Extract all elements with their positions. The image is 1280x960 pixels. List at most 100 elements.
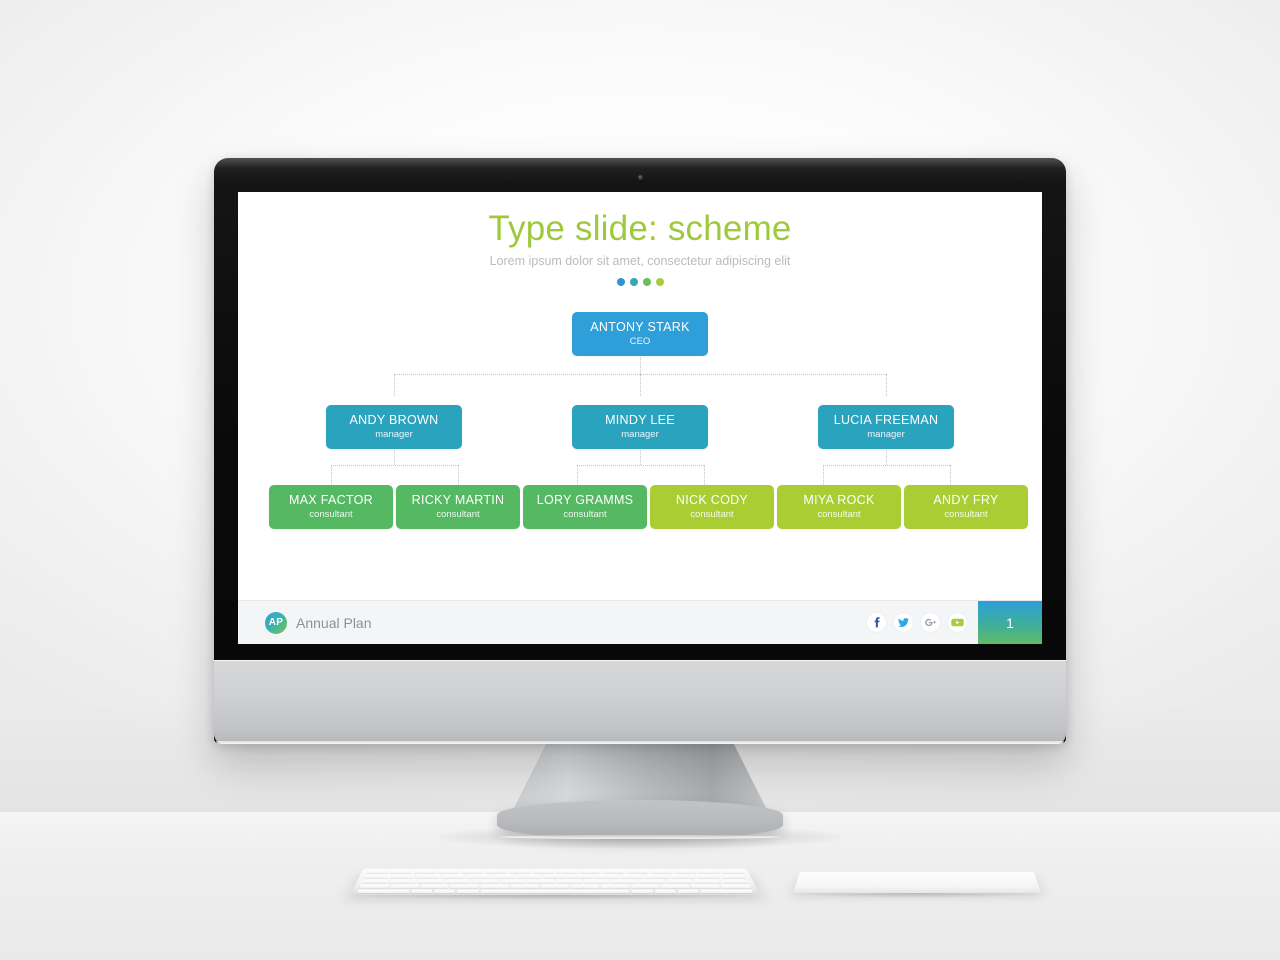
keyboard[interactable] bbox=[350, 868, 760, 895]
keyboard-key bbox=[389, 879, 417, 884]
keyboard-key bbox=[413, 870, 437, 874]
keyboard-key bbox=[410, 889, 433, 894]
monitor-chin bbox=[214, 660, 1066, 744]
org-node-name: LORY GRAMMS bbox=[536, 493, 634, 508]
org-node-name: ANDY BROWN bbox=[349, 413, 439, 428]
org-node-manager[interactable]: MINDY LEE manager bbox=[572, 405, 708, 449]
org-node-consultant[interactable]: MIYA ROCK consultant bbox=[777, 485, 901, 529]
slide-footer: AP Annual Plan 1 bbox=[238, 600, 1042, 644]
dot-indicator bbox=[616, 278, 625, 286]
google-plus-link[interactable] bbox=[920, 612, 941, 633]
dot-indicator bbox=[655, 278, 664, 286]
connector-consultant-drop bbox=[823, 465, 824, 485]
org-node-role: consultant bbox=[309, 508, 353, 520]
keyboard-key bbox=[568, 874, 593, 879]
keyboard-key bbox=[720, 874, 746, 879]
keyboard-key bbox=[461, 870, 484, 874]
keyboard-key bbox=[579, 870, 602, 874]
keyboard-key bbox=[644, 874, 670, 879]
org-node-role: consultant bbox=[563, 508, 607, 520]
connector-consultant-drop bbox=[577, 465, 578, 485]
keyboard-key bbox=[649, 870, 673, 874]
org-node-role: CEO bbox=[629, 335, 651, 347]
keyboard-row bbox=[366, 870, 744, 874]
connector-manager-drop bbox=[886, 374, 887, 396]
webcam-icon bbox=[637, 175, 643, 180]
keyboard-key bbox=[654, 889, 677, 894]
org-chart: ANTONY STARK CEO ANDY BROWN manager MIND… bbox=[238, 302, 1042, 582]
page-title: Type slide: scheme bbox=[488, 209, 792, 248]
connector-consultant-drop bbox=[331, 465, 332, 485]
slide-subtitle: Lorem ipsum dolor sit amet, consectetur … bbox=[489, 254, 791, 268]
org-node-ceo[interactable]: ANTONY STARK CEO bbox=[572, 312, 708, 356]
keyboard-key bbox=[695, 874, 721, 879]
org-node-consultant[interactable]: RICKY MARTIN consultant bbox=[396, 485, 520, 529]
keyboard-key bbox=[450, 884, 480, 889]
keyboard-key bbox=[555, 870, 578, 874]
keyboard-key bbox=[556, 879, 582, 884]
keyboard-key bbox=[445, 879, 472, 884]
connector-consultant-drop bbox=[458, 465, 459, 485]
keyboard-key bbox=[626, 870, 649, 874]
org-node-name: NICK CODY bbox=[675, 493, 749, 508]
org-node-manager[interactable]: LUCIA FREEMAN manager bbox=[818, 405, 954, 449]
connector-consultant-drop bbox=[950, 465, 951, 485]
trackpad[interactable] bbox=[793, 871, 1041, 893]
keyboard-key bbox=[484, 870, 508, 874]
dot-indicator bbox=[642, 278, 651, 286]
org-node-consultant[interactable]: NICK CODY consultant bbox=[650, 485, 774, 529]
org-node-name: ANTONY STARK bbox=[590, 320, 690, 335]
keyboard-key bbox=[419, 884, 450, 889]
keyboard-key bbox=[594, 874, 619, 879]
org-node-name: MINDY LEE bbox=[605, 413, 675, 428]
org-node-name: MAX FACTOR bbox=[288, 493, 374, 508]
youtube-icon bbox=[951, 618, 964, 627]
keyboard-key bbox=[390, 870, 414, 874]
keyboard-key bbox=[630, 889, 654, 894]
facebook-link[interactable] bbox=[866, 612, 887, 633]
youtube-link[interactable] bbox=[947, 612, 968, 633]
keyboard-key bbox=[356, 889, 410, 894]
keyboard-key bbox=[630, 884, 660, 889]
keyboard-key bbox=[665, 879, 693, 884]
org-node-role: manager bbox=[867, 428, 905, 440]
keyboard-key bbox=[677, 889, 700, 894]
connector-manager-drop bbox=[394, 374, 395, 396]
keyboard-row bbox=[359, 884, 751, 889]
keyboard-key bbox=[361, 879, 390, 884]
keyboard-key bbox=[472, 879, 500, 884]
twitter-link[interactable] bbox=[893, 612, 914, 633]
keyboard-key bbox=[440, 874, 466, 879]
keyboard-key bbox=[543, 874, 567, 879]
keyboard-key bbox=[359, 884, 390, 889]
keyboard-key bbox=[670, 874, 695, 879]
org-node-consultant[interactable]: ANDY FRY consultant bbox=[904, 485, 1028, 529]
org-node-role: consultant bbox=[817, 508, 861, 520]
keyboard-key bbox=[570, 884, 600, 889]
bezel-gloss bbox=[214, 158, 1066, 168]
keyboard-key bbox=[366, 870, 390, 874]
keyboard-key bbox=[619, 874, 644, 879]
keyboard-key bbox=[528, 879, 555, 884]
monitor-stand-base bbox=[497, 800, 783, 840]
keyboard-row bbox=[356, 889, 754, 894]
connector-consultant-bus bbox=[577, 465, 704, 466]
keyboard-key bbox=[532, 870, 555, 874]
connector-consultant-bus bbox=[823, 465, 950, 466]
keyboard-key bbox=[364, 874, 390, 879]
org-node-manager[interactable]: ANDY BROWN manager bbox=[326, 405, 462, 449]
keyboard-key bbox=[415, 874, 441, 879]
keyboard-key bbox=[720, 870, 744, 874]
keyboard-key bbox=[433, 889, 456, 894]
keyboard-key bbox=[456, 889, 479, 894]
keyboard-key bbox=[480, 889, 630, 894]
org-node-role: consultant bbox=[436, 508, 480, 520]
org-node-consultant[interactable]: MAX FACTOR consultant bbox=[269, 485, 393, 529]
page-number: 1 bbox=[978, 600, 1042, 644]
keyboard-row bbox=[364, 874, 746, 879]
keyboard-key bbox=[517, 874, 542, 879]
org-node-consultant[interactable]: LORY GRAMMS consultant bbox=[523, 485, 647, 529]
keyboard-key bbox=[389, 884, 420, 889]
brand-logo: AP bbox=[265, 611, 287, 634]
org-node-name: ANDY FRY bbox=[933, 493, 999, 508]
